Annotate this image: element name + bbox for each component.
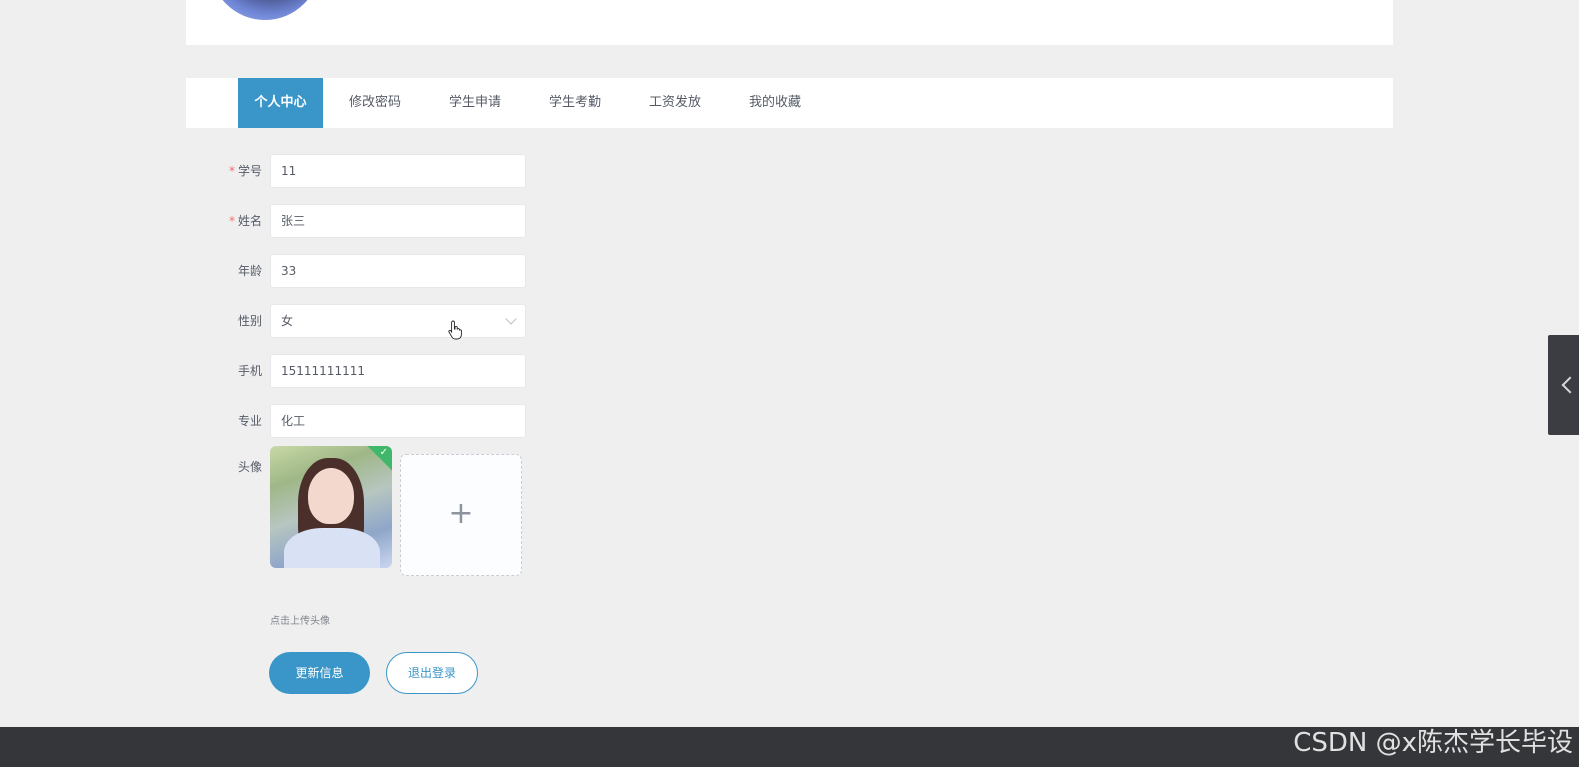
avatar-face [308, 468, 354, 524]
gender-select[interactable]: 女 [270, 304, 526, 338]
student-id-label: * 学号 [228, 164, 262, 178]
tab-change-password[interactable]: 修改密码 [338, 78, 412, 128]
chevron-down-icon [505, 313, 517, 325]
required-mark: * [228, 164, 235, 178]
age-label: 年龄 [237, 264, 262, 278]
logout-button[interactable]: 退出登录 [386, 652, 478, 694]
check-icon: ✓ [379, 447, 388, 458]
gender-value: 女 [281, 314, 294, 328]
plus-icon: + [448, 496, 474, 531]
avatar-label: 头像 [237, 460, 262, 474]
gender-label: 性别 [237, 314, 262, 328]
avatar-upload-button[interactable]: + [400, 454, 522, 576]
watermark: CSDN @x陈杰学长毕设 [1293, 728, 1573, 758]
hand-pointer-icon [448, 320, 462, 340]
phone-label: 手机 [237, 364, 262, 378]
header-avatar [210, 0, 320, 20]
major-input[interactable]: 化工 [270, 404, 526, 438]
age-input[interactable]: 33 [270, 254, 526, 288]
uploaded-avatar-image[interactable]: ✓ [270, 446, 392, 568]
tab-bar: 个人中心 修改密码 学生申请 学生考勤 工资发放 我的收藏 [186, 78, 1393, 128]
student-id-input[interactable]: 11 [270, 154, 526, 188]
update-info-button[interactable]: 更新信息 [269, 652, 370, 694]
tab-personal-center[interactable]: 个人中心 [238, 78, 323, 128]
tab-student-application[interactable]: 学生申请 [438, 78, 512, 128]
side-panel-toggle[interactable] [1548, 335, 1579, 435]
tab-my-favorites[interactable]: 我的收藏 [738, 78, 812, 128]
upload-tip: 点击上传头像 [270, 616, 330, 627]
required-mark: * [228, 214, 235, 228]
name-label: * 姓名 [228, 214, 262, 228]
major-label: 专业 [237, 414, 262, 428]
chevron-left-icon [1561, 376, 1579, 394]
avatar-shirt [284, 528, 380, 568]
tab-salary-payment[interactable]: 工资发放 [638, 78, 712, 128]
tab-student-attendance[interactable]: 学生考勤 [538, 78, 612, 128]
name-input[interactable]: 张三 [270, 204, 526, 238]
profile-header-card [186, 0, 1393, 45]
phone-input[interactable]: 15111111111 [270, 354, 526, 388]
